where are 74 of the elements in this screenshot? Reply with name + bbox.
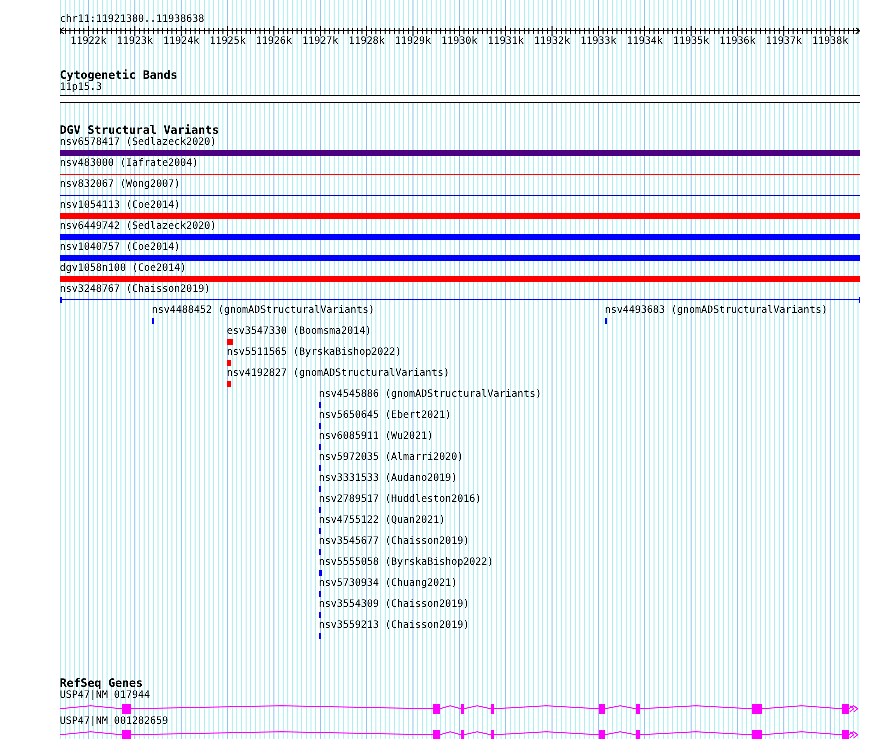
variant-mark[interactable] <box>227 381 231 387</box>
variant-mark[interactable] <box>605 318 607 324</box>
variant-label: nsv1054113 (Coe2014) <box>60 200 180 212</box>
variant-label: nsv4488452 (gnomADStructuralVariants) <box>152 305 375 317</box>
gene-label: USP47|NM_001282659 <box>60 716 168 728</box>
variant-bar[interactable] <box>60 213 860 219</box>
track-title: Cytogenetic Bands <box>60 68 178 82</box>
variant-label: nsv2789517 (Huddleston2016) <box>319 494 482 506</box>
variant-label: esv3547330 (Boomsma2014) <box>227 326 372 338</box>
ruler-label: 11934k <box>626 36 664 48</box>
variant-mark[interactable] <box>319 528 321 534</box>
variant-label: nsv6085911 (Wu2021) <box>319 431 434 443</box>
variant-label: nsv483000 (Iafrate2004) <box>60 158 198 170</box>
variant-label: nsv1040757 (Coe2014) <box>60 242 180 254</box>
variant-label: nsv6578417 (Sedlazeck2020) <box>60 137 217 149</box>
track-title: RefSeq Genes <box>60 676 144 690</box>
ruler-label: 11922k <box>70 36 107 48</box>
ruler-label: 11937k <box>766 36 802 48</box>
variant-label: dgv1058n100 (Coe2014) <box>60 263 186 275</box>
variant-mark[interactable] <box>227 360 231 366</box>
gene-model-drawing[interactable] <box>60 730 859 739</box>
variant-label: nsv832067 (Wong2007) <box>60 179 180 191</box>
variant-bar[interactable] <box>60 255 860 261</box>
ruler-label: 11928k <box>348 36 385 48</box>
ruler-label: 11931k <box>488 36 524 48</box>
location-label: chr11:11921380..11938638 <box>60 14 204 26</box>
ruler-label: 11935k <box>673 36 710 48</box>
variant-label: nsv3331533 (Audano2019) <box>319 473 458 485</box>
variant-mark[interactable] <box>319 612 321 618</box>
ruler-label: 11927k <box>302 36 339 48</box>
variant-bar[interactable] <box>60 234 860 240</box>
variant-label: nsv3559213 (Chaisson2019) <box>319 620 470 632</box>
variant-label: nsv4192827 (gnomADStructuralVariants) <box>227 368 450 380</box>
variant-label: nsv4545886 (gnomADStructuralVariants) <box>319 389 542 401</box>
variant-label: nsv5511565 (ByrskaBishop2022) <box>227 347 402 359</box>
variant-label: nsv4755122 (Quan2021) <box>319 515 446 527</box>
variant-mark[interactable] <box>319 465 321 471</box>
variant-label: nsv5650645 (Ebert2021) <box>319 410 452 422</box>
ruler-label: 11936k <box>720 36 756 48</box>
variant-mark[interactable] <box>152 318 154 324</box>
variant-label: nsv3554309 (Chaisson2019) <box>319 599 470 611</box>
variant-label: nsv5555058 (ByrskaBishop2022) <box>319 557 494 569</box>
variant-label: nsv4493683 (gnomADStructuralVariants) <box>605 305 828 317</box>
variant-label: nsv3545677 (Chaisson2019) <box>319 536 470 548</box>
variant-mark[interactable] <box>319 570 322 576</box>
ruler-label: 11930k <box>442 36 478 48</box>
variant-span[interactable] <box>60 297 860 303</box>
track-title: DGV Structural Variants <box>60 123 220 137</box>
variant-mark[interactable] <box>319 402 321 408</box>
variant-mark[interactable] <box>319 633 321 639</box>
variant-label: nsv6449742 (Sedlazeck2020) <box>60 221 217 233</box>
variant-bar[interactable] <box>60 276 860 282</box>
variant-mark[interactable] <box>319 444 321 450</box>
variant-label: nsv3248767 (Chaisson2019) <box>60 284 211 296</box>
ruler-label: 11933k <box>580 36 617 48</box>
variant-label: nsv5972035 (Almarri2020) <box>319 452 464 464</box>
ruler-label: 11926k <box>256 36 292 48</box>
variant-mark[interactable] <box>319 591 321 597</box>
variant-mark[interactable] <box>319 423 321 429</box>
variant-bar[interactable] <box>60 150 860 156</box>
ruler-label: 11924k <box>163 36 200 48</box>
variant-mark[interactable] <box>319 486 321 492</box>
ruler-label: 11938k <box>812 36 848 48</box>
band-label: 11p15.3 <box>60 82 102 94</box>
variant-mark[interactable] <box>319 507 321 513</box>
variant-mark[interactable] <box>227 339 233 345</box>
gene-label: USP47|NM_017944 <box>60 690 150 702</box>
ruler-label: 11932k <box>534 36 570 48</box>
ruler-label: 11929k <box>395 36 432 48</box>
ruler-label: 11925k <box>210 36 246 48</box>
ruler-label: 11923k <box>117 36 154 48</box>
gene-model-drawing[interactable] <box>60 704 859 714</box>
variant-mark[interactable] <box>319 549 321 555</box>
variant-label: nsv5730934 (Chuang2021) <box>319 578 458 590</box>
